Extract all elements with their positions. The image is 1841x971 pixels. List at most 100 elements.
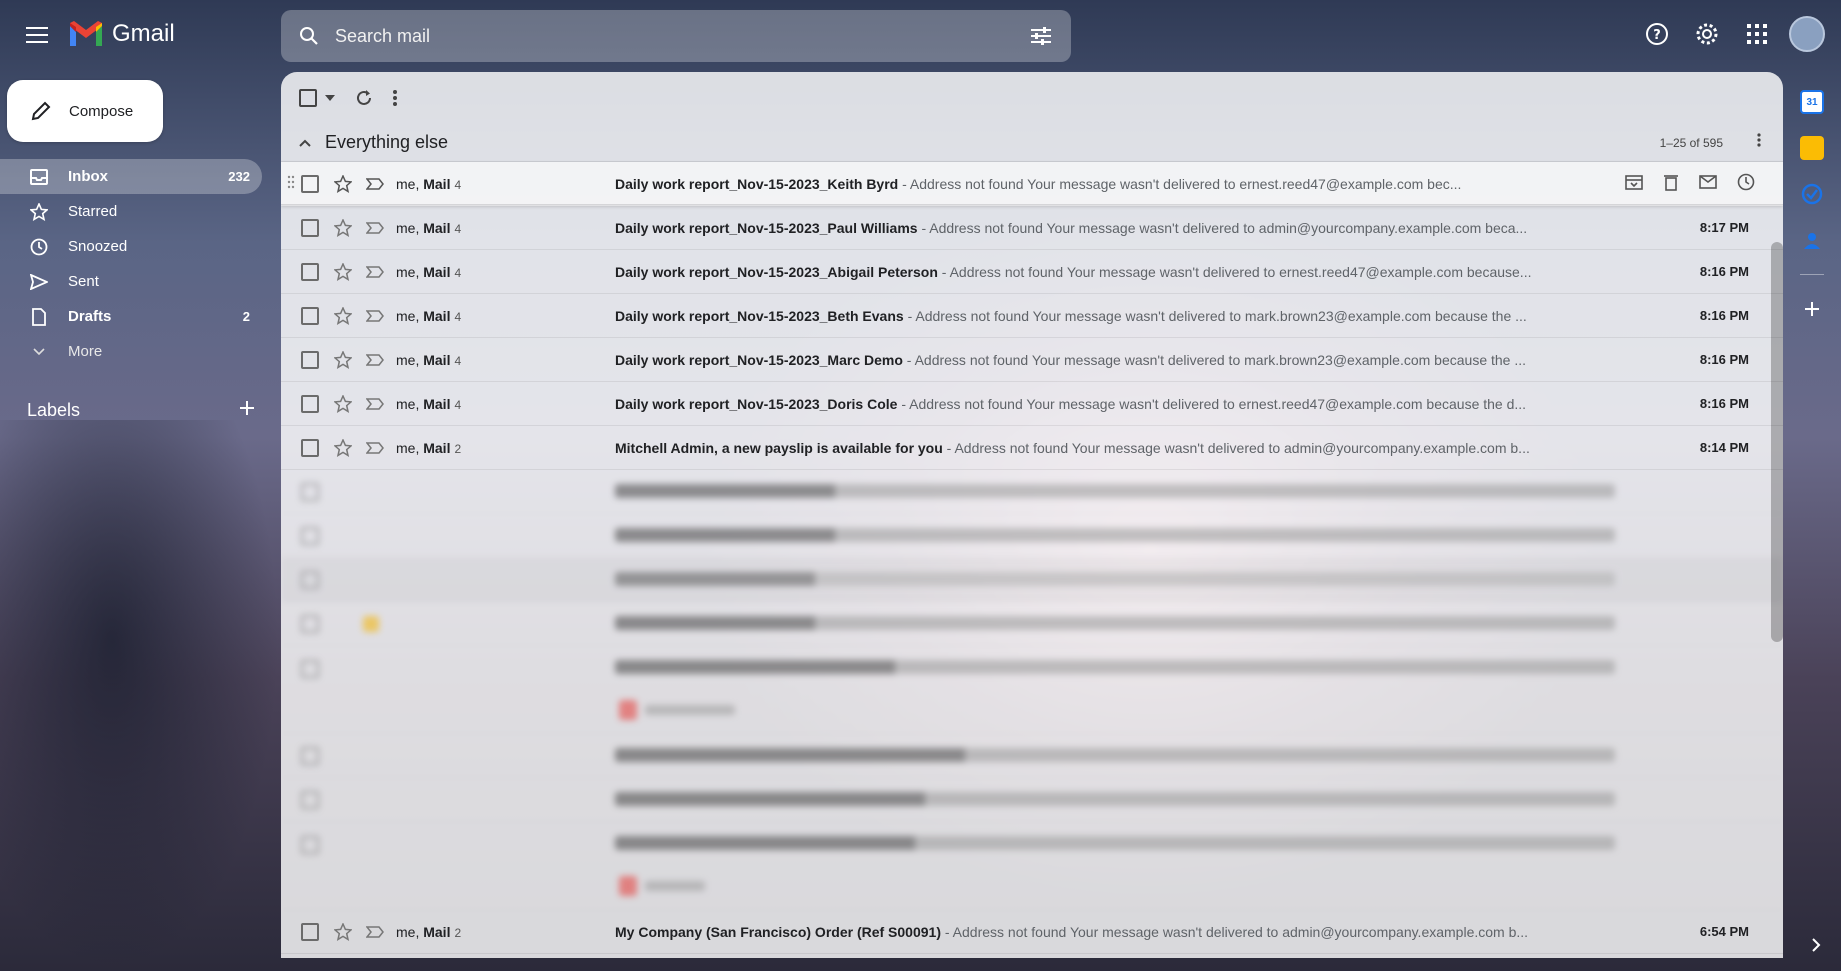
table-row[interactable]: me, Mail 2 Mitchell Admin, a new payslip … xyxy=(281,426,1783,470)
row-checkbox[interactable] xyxy=(301,526,319,545)
sidebar-item-more[interactable]: More xyxy=(0,334,262,369)
row-checkbox[interactable] xyxy=(301,306,319,325)
importance-marker-icon[interactable] xyxy=(365,265,385,278)
row-checkbox[interactable] xyxy=(301,570,319,589)
drag-handle-icon[interactable] xyxy=(287,175,297,192)
row-checkbox[interactable] xyxy=(301,262,319,281)
importance-marker-icon[interactable] xyxy=(365,925,385,938)
importance-marker-icon[interactable] xyxy=(365,177,385,190)
sidebar-item-inbox[interactable]: Inbox 232 xyxy=(0,159,262,194)
archive-icon[interactable] xyxy=(1625,173,1643,194)
account-avatar[interactable] xyxy=(1789,16,1825,52)
keep-icon[interactable] xyxy=(1800,136,1824,160)
section-header[interactable]: Everything else 1–25 of 595 xyxy=(281,124,1783,162)
star-toggle-icon[interactable] xyxy=(333,438,353,457)
add-addon-icon[interactable] xyxy=(1800,297,1824,321)
contacts-icon[interactable] xyxy=(1800,228,1824,252)
table-row[interactable] xyxy=(281,734,1783,778)
search-options-icon[interactable] xyxy=(1027,22,1055,50)
chevron-down-icon xyxy=(28,341,50,363)
row-time: 6:54 PM xyxy=(1699,924,1749,939)
row-checkbox[interactable] xyxy=(301,350,319,369)
importance-marker-icon[interactable] xyxy=(365,309,385,322)
select-all-checkbox[interactable] xyxy=(299,89,335,107)
add-label-icon[interactable] xyxy=(239,400,255,421)
star-toggle-icon[interactable] xyxy=(333,350,353,369)
star-toggle-icon[interactable] xyxy=(333,922,353,941)
importance-marker-icon[interactable] xyxy=(365,397,385,410)
row-checkbox[interactable] xyxy=(301,922,319,941)
importance-marker-icon[interactable] xyxy=(365,353,385,366)
drafts-count: 2 xyxy=(242,309,250,324)
table-row[interactable]: me, Mail 4 Daily work report_Nov-15-2023_… xyxy=(281,206,1783,250)
table-row[interactable] xyxy=(281,514,1783,558)
list-toolbar xyxy=(281,72,1783,124)
search-icon[interactable] xyxy=(295,22,323,50)
starred-icon[interactable] xyxy=(363,616,379,632)
row-sender: me, Mail 4 xyxy=(396,307,462,324)
list-scrollbar[interactable] xyxy=(1771,242,1783,642)
row-checkbox[interactable] xyxy=(301,394,319,413)
chevron-up-icon[interactable] xyxy=(299,139,311,147)
compose-label: Compose xyxy=(69,102,134,120)
row-checkbox[interactable] xyxy=(301,438,319,457)
star-toggle-icon[interactable] xyxy=(333,262,353,281)
sidebar-item-drafts[interactable]: Drafts 2 xyxy=(0,299,262,334)
gmail-m-icon xyxy=(70,21,102,46)
draft-icon xyxy=(28,306,50,328)
table-row[interactable] xyxy=(281,558,1783,602)
importance-marker-icon[interactable] xyxy=(365,221,385,234)
attachment-chip[interactable] xyxy=(619,876,705,896)
calendar-icon[interactable]: 31 xyxy=(1800,90,1824,114)
sidebar-item-snoozed[interactable]: Snoozed xyxy=(0,229,262,264)
row-checkbox[interactable] xyxy=(301,660,319,678)
more-vert-icon[interactable] xyxy=(393,90,397,106)
mark-unread-icon[interactable] xyxy=(1699,173,1717,194)
table-row[interactable]: me, Mail 4 Daily work report_Nov-15-2023_… xyxy=(281,382,1783,426)
help-icon[interactable]: ? xyxy=(1639,16,1675,52)
row-time: 8:14 PM xyxy=(1699,440,1749,455)
row-checkbox[interactable] xyxy=(301,482,319,501)
sidebar-item-starred[interactable]: Starred xyxy=(0,194,262,229)
attachment-chip[interactable] xyxy=(619,700,735,720)
search-input[interactable] xyxy=(335,25,1027,47)
show-side-panel-icon[interactable] xyxy=(1811,938,1821,957)
delete-icon[interactable] xyxy=(1663,173,1679,194)
gmail-logo[interactable]: Gmail xyxy=(68,20,175,48)
settings-gear-icon[interactable] xyxy=(1689,16,1725,52)
row-checkbox[interactable] xyxy=(301,614,319,633)
table-row[interactable] xyxy=(281,470,1783,514)
star-toggle-icon[interactable] xyxy=(333,306,353,325)
compose-button[interactable]: Compose xyxy=(7,80,163,142)
row-checkbox[interactable] xyxy=(301,790,319,809)
table-row[interactable] xyxy=(281,822,1783,910)
blurred-content xyxy=(615,836,1615,850)
row-sender: me, Mail 4 xyxy=(396,263,462,280)
star-toggle-icon[interactable] xyxy=(333,394,353,413)
tasks-icon[interactable] xyxy=(1800,182,1824,206)
table-row[interactable]: me, Mail 2 My Company (San Francisco) Ord… xyxy=(281,910,1783,954)
row-checkbox[interactable] xyxy=(301,836,319,854)
main-menu-button[interactable] xyxy=(20,18,54,52)
table-row[interactable]: me, Mail 4 Daily work report_Nov-15-2023_… xyxy=(281,294,1783,338)
pencil-icon xyxy=(27,97,55,125)
importance-marker-icon[interactable] xyxy=(365,441,385,454)
sidebar-item-sent[interactable]: Sent xyxy=(0,264,262,299)
apps-grid-icon[interactable] xyxy=(1739,16,1775,52)
row-checkbox[interactable] xyxy=(301,174,319,193)
refresh-icon[interactable] xyxy=(355,89,373,107)
snooze-icon[interactable] xyxy=(1737,173,1755,194)
table-row[interactable]: me, Mail 4 Daily work report_Nov-15-2023_… xyxy=(281,162,1783,206)
star-toggle-icon[interactable] xyxy=(333,174,353,193)
table-row[interactable] xyxy=(281,602,1783,646)
table-row[interactable] xyxy=(281,646,1783,734)
star-toggle-icon[interactable] xyxy=(333,218,353,237)
table-row[interactable]: me, Mail 4 Daily work report_Nov-15-2023_… xyxy=(281,338,1783,382)
blurred-content xyxy=(615,484,1615,498)
table-row[interactable]: me, Mail 4 Daily work report_Nov-15-2023_… xyxy=(281,250,1783,294)
row-checkbox[interactable] xyxy=(301,218,319,237)
section-options-icon[interactable] xyxy=(1757,133,1761,152)
row-checkbox[interactable] xyxy=(301,746,319,765)
table-row[interactable] xyxy=(281,778,1783,822)
side-panel-divider xyxy=(1800,274,1824,275)
